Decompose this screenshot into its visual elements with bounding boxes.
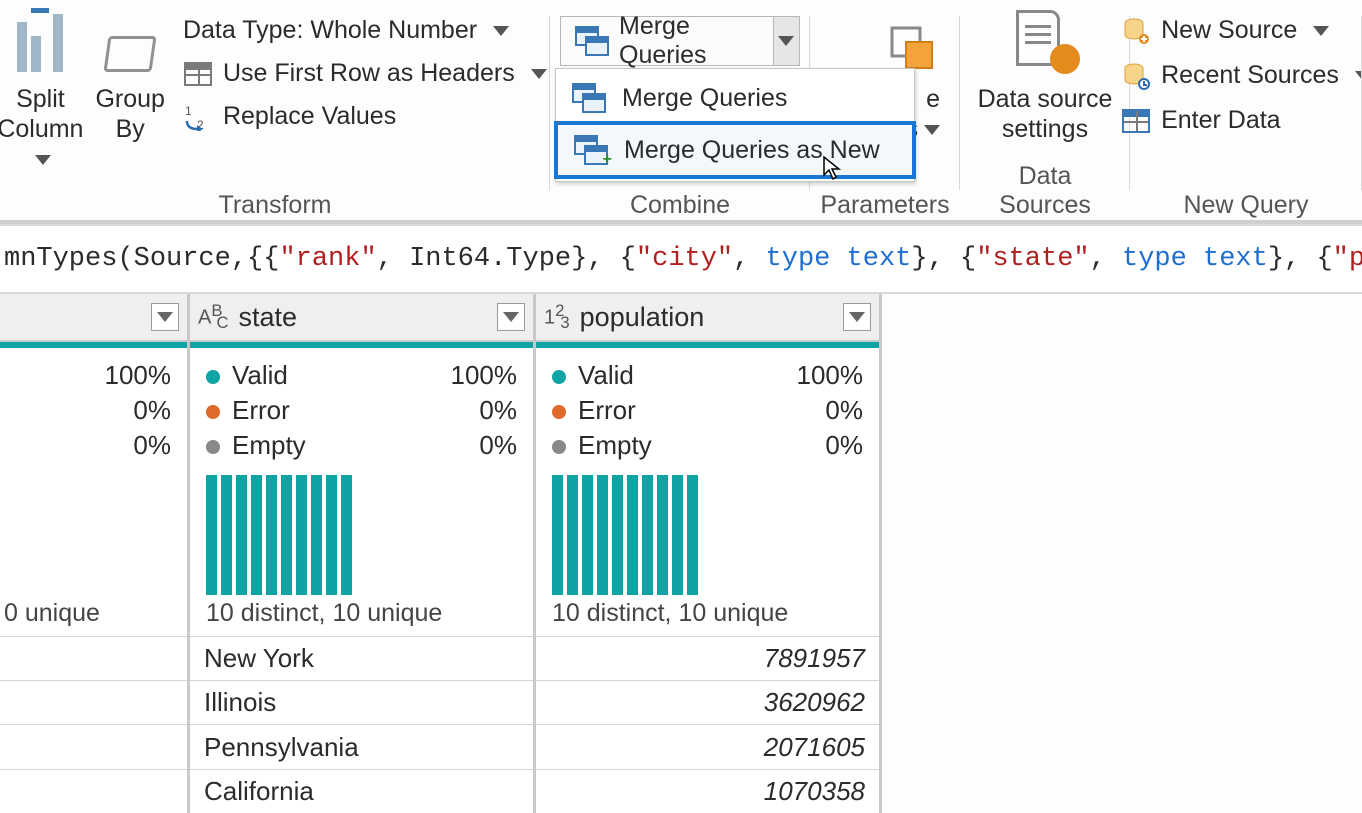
enter-data-icon [1121, 107, 1151, 135]
parameters-icon [882, 14, 940, 72]
distribution-summary: 0 unique [0, 595, 187, 636]
first-row-headers-button[interactable]: Use First Row as Headers [179, 57, 551, 90]
merge-queries-icon [572, 83, 606, 113]
group-label-datasources: Data Sources [970, 162, 1120, 220]
column-state: ABC state Valid100% Error0% Empty0% 10 d… [190, 294, 536, 813]
column-name: state [239, 302, 298, 333]
ribbon-group-newquery: New Source Recent Sources [1130, 10, 1362, 220]
replace-values-label: Replace Values [223, 102, 396, 131]
column-partial: Valid100% Error0% Empty0% 0 unique [0, 294, 190, 813]
replace-values-icon: 1 2 [183, 103, 213, 131]
distribution-summary: 10 distinct, 10 unique [190, 595, 533, 636]
table-row[interactable] [0, 769, 187, 813]
table-row[interactable]: 1070358 [536, 769, 879, 813]
table-row[interactable]: Illinois [190, 680, 533, 724]
merge-queries-caret[interactable] [773, 17, 799, 65]
column-name: population [580, 302, 705, 333]
distribution-summary: 10 distinct, 10 unique [536, 595, 879, 636]
new-source-label: New Source [1161, 16, 1297, 45]
ribbon-group-datasources: Data source settings Data Sources [960, 10, 1130, 220]
chevron-down-icon [1355, 71, 1362, 81]
merge-queries-as-new-item[interactable]: + Merge Queries as New [554, 121, 916, 179]
group-label-combine: Combine [630, 191, 730, 220]
table-row[interactable] [0, 724, 187, 768]
parameters-partial-top: e [926, 85, 940, 113]
column-quality: Valid100% Error0% Empty0% [0, 348, 187, 469]
table-row[interactable]: New York [190, 636, 533, 680]
chevron-down-icon [157, 312, 173, 322]
column-quality: Valid100% Error0% Empty0% [536, 348, 879, 469]
distribution-chart [190, 469, 533, 594]
split-column-button[interactable]: Split Column [0, 10, 89, 174]
chevron-down-icon [778, 36, 794, 46]
column-filter-button[interactable] [497, 303, 525, 331]
type-badge-text: ABC [198, 301, 229, 334]
table-row[interactable]: 7891957 [536, 636, 879, 680]
data-source-settings-icon [1016, 14, 1074, 72]
new-source-icon [1121, 17, 1151, 45]
recent-sources-icon [1121, 62, 1151, 90]
chevron-down-icon [503, 312, 519, 322]
table-header-icon [183, 60, 213, 88]
data-preview: Valid100% Error0% Empty0% 0 unique ABC s… [0, 294, 1362, 813]
chevron-down-icon [849, 312, 865, 322]
svg-text:1: 1 [185, 104, 192, 118]
table-row[interactable]: 3620962 [536, 680, 879, 724]
recent-sources-label: Recent Sources [1161, 61, 1339, 90]
table-row[interactable] [0, 680, 187, 724]
formula-bar[interactable]: mnTypes(Source,{{"rank", Int64.Type}, {"… [0, 224, 1362, 294]
group-by-button[interactable]: Group By [89, 10, 170, 144]
table-row[interactable]: Pennsylvania [190, 724, 533, 768]
chevron-down-icon [924, 125, 940, 135]
column-header-partial[interactable] [0, 294, 187, 342]
table-row[interactable]: California [190, 769, 533, 813]
merge-queries-as-new-icon: + [574, 135, 608, 165]
chevron-down-icon [493, 26, 509, 36]
column-quality: Valid100% Error0% Empty0% [190, 348, 533, 469]
ribbon: Split Column Group By Data Type: Whole N… [0, 0, 1362, 224]
new-source-button[interactable]: New Source [1117, 14, 1362, 47]
merge-queries-item[interactable]: Merge Queries [556, 73, 914, 123]
merge-queries-label: Merge Queries [619, 12, 759, 70]
column-header-population[interactable]: 123 population [536, 294, 879, 342]
cursor-icon [822, 155, 842, 181]
data-source-settings-button[interactable]: Data source settings [972, 10, 1119, 144]
replace-values-button[interactable]: 1 2 Replace Values [179, 100, 551, 133]
enter-data-button[interactable]: Enter Data [1117, 104, 1362, 137]
data-type-button[interactable]: Data Type: Whole Number [179, 14, 551, 47]
group-by-label: Group By [95, 84, 164, 144]
merge-queries-item-label: Merge Queries [622, 84, 787, 113]
group-label-transform: Transform [219, 191, 332, 220]
column-header-state[interactable]: ABC state [190, 294, 533, 342]
enter-data-label: Enter Data [1161, 106, 1281, 135]
chevron-down-icon [1313, 26, 1329, 36]
formula-text: mnTypes(Source,{{"rank", Int64.Type}, {"… [4, 244, 1362, 274]
split-column-icon [11, 14, 69, 72]
first-row-headers-label: Use First Row as Headers [223, 59, 515, 88]
distribution-chart [536, 469, 879, 594]
column-filter-button[interactable] [843, 303, 871, 331]
table-row[interactable]: 2071605 [536, 724, 879, 768]
merge-queries-splitbutton[interactable]: Merge Queries [560, 16, 800, 66]
table-row[interactable] [0, 636, 187, 680]
type-badge-number: 123 [544, 301, 570, 334]
data-type-label: Data Type: Whole Number [183, 16, 477, 45]
group-label-newquery: New Query [1183, 191, 1308, 220]
column-filter-button[interactable] [151, 303, 179, 331]
ribbon-group-transform: Split Column Group By Data Type: Whole N… [0, 10, 550, 220]
merge-queries-icon [575, 26, 609, 56]
group-label-parameters: Parameters [820, 191, 949, 220]
chevron-down-icon [531, 69, 547, 79]
group-by-icon [101, 14, 159, 72]
column-population: 123 population Valid100% Error0% Empty0%… [536, 294, 882, 813]
merge-queries-dropdown: Merge Queries + Merge Queries as New [555, 68, 915, 182]
data-source-settings-label: Data source settings [978, 84, 1113, 144]
split-column-label: Split Column [0, 84, 83, 174]
recent-sources-button[interactable]: Recent Sources [1117, 59, 1362, 92]
